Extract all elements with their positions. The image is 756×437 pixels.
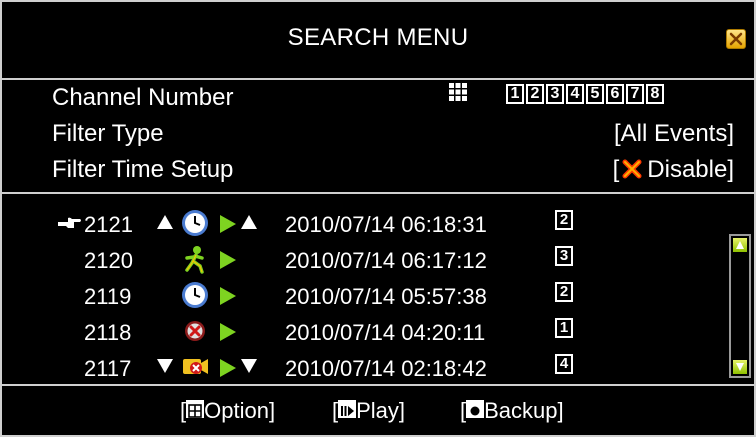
channel-2-toggle[interactable]: 2	[526, 84, 544, 104]
motion-icon	[185, 246, 204, 274]
footer-bar: [ Option] [ Play] [ Backup]	[2, 386, 754, 435]
event-channel: 3	[555, 246, 573, 266]
event-datetime: 2010/07/14 06:18:31	[285, 212, 487, 237]
play-icon	[220, 287, 236, 305]
event-list: 2121 2010/07/14 06:18:31 2 2120 2010/07/…	[2, 194, 754, 386]
channel-8-toggle[interactable]: 8	[646, 84, 664, 104]
search-menu-window: SEARCH MENU Channel Number 1 2 3 4 5 6 7…	[0, 0, 756, 437]
clock-icon	[182, 210, 208, 236]
grid-icon[interactable]	[448, 82, 468, 102]
play-label: Play]	[356, 398, 406, 423]
event-channel: 2	[555, 210, 573, 230]
filter-time-setup-value[interactable]: [ Disable]	[613, 156, 734, 184]
event-channel: 4	[555, 354, 573, 374]
close-button[interactable]	[726, 29, 746, 49]
event-datetime: 2010/07/14 05:57:38	[285, 284, 487, 309]
close-icon	[729, 32, 743, 46]
backup-label: Backup]	[484, 398, 564, 423]
record-icon	[466, 400, 485, 418]
channel-selector: 1 2 3 4 5 6 7 8	[506, 84, 664, 104]
channel-5-toggle[interactable]: 5	[586, 84, 604, 104]
filter-time-setup-label: Filter Time Setup	[52, 156, 234, 183]
event-id: 2119	[84, 284, 132, 309]
filter-time-value-text: Disable]	[647, 156, 734, 183]
option-button[interactable]: [ Option]	[180, 398, 275, 424]
clock-icon	[182, 282, 208, 308]
event-id: 2120	[84, 248, 133, 273]
alarm-icon	[185, 321, 205, 341]
channel-3-toggle[interactable]: 3	[546, 84, 564, 104]
channel-number-label: Channel Number	[52, 84, 234, 111]
play-button[interactable]: [ Play]	[332, 398, 405, 424]
event-row[interactable]: 2118 2010/07/14 04:20:11 1	[2, 314, 702, 350]
down-arrow-icon	[241, 359, 257, 373]
event-channel: 1	[555, 318, 573, 338]
pointing-hand-icon	[58, 217, 81, 228]
channel-7-toggle[interactable]: 7	[626, 84, 644, 104]
title-bar: SEARCH MENU	[2, 2, 754, 80]
event-row[interactable]: 2119 2010/07/14 05:57:38 2	[2, 278, 702, 314]
event-list-scrollbar[interactable]	[729, 234, 751, 378]
scroll-down-button[interactable]	[733, 360, 747, 374]
filter-time-bracket: [	[612, 156, 620, 183]
channel-4-toggle[interactable]: 4	[566, 84, 584, 104]
up-arrow-icon	[157, 215, 173, 229]
play-pause-icon	[338, 400, 357, 418]
event-datetime: 2010/07/14 04:20:11	[285, 320, 486, 345]
triangle-down-icon	[736, 363, 744, 371]
settings-panel: Channel Number 1 2 3 4 5 6 7 8 Filter Ty…	[2, 80, 754, 194]
filter-type-value[interactable]: [All Events]	[614, 120, 734, 148]
disable-x-icon	[622, 159, 642, 179]
event-datetime: 2010/07/14 06:17:12	[285, 248, 487, 273]
event-id: 2117	[84, 356, 132, 381]
event-row[interactable]: 2117 2010/07/14 02:18:42 4	[2, 350, 702, 386]
play-icon	[220, 215, 236, 233]
scroll-up-button[interactable]	[733, 238, 747, 252]
triangle-up-icon	[736, 241, 744, 249]
play-icon	[220, 323, 236, 341]
filter-type-label: Filter Type	[52, 120, 164, 147]
channel-6-toggle[interactable]: 6	[606, 84, 624, 104]
event-datetime: 2010/07/14 02:18:42	[285, 356, 487, 381]
backup-button[interactable]: [ Backup]	[460, 398, 564, 424]
event-channel: 2	[555, 282, 573, 302]
down-arrow-icon	[157, 359, 173, 373]
video-loss-icon	[183, 359, 208, 374]
channel-1-toggle[interactable]: 1	[506, 84, 524, 104]
window-title: SEARCH MENU	[287, 24, 469, 51]
event-row[interactable]: 2120 2010/07/14 06:17:12 3	[2, 242, 702, 278]
up-arrow-icon	[241, 215, 257, 229]
event-id: 2121	[84, 212, 133, 237]
event-id: 2118	[84, 320, 132, 345]
play-icon	[220, 359, 236, 377]
option-label: Option]	[204, 398, 276, 423]
event-row[interactable]: 2121 2010/07/14 06:18:31 2	[2, 206, 702, 242]
option-grid-icon	[186, 400, 205, 418]
play-icon	[220, 251, 236, 269]
